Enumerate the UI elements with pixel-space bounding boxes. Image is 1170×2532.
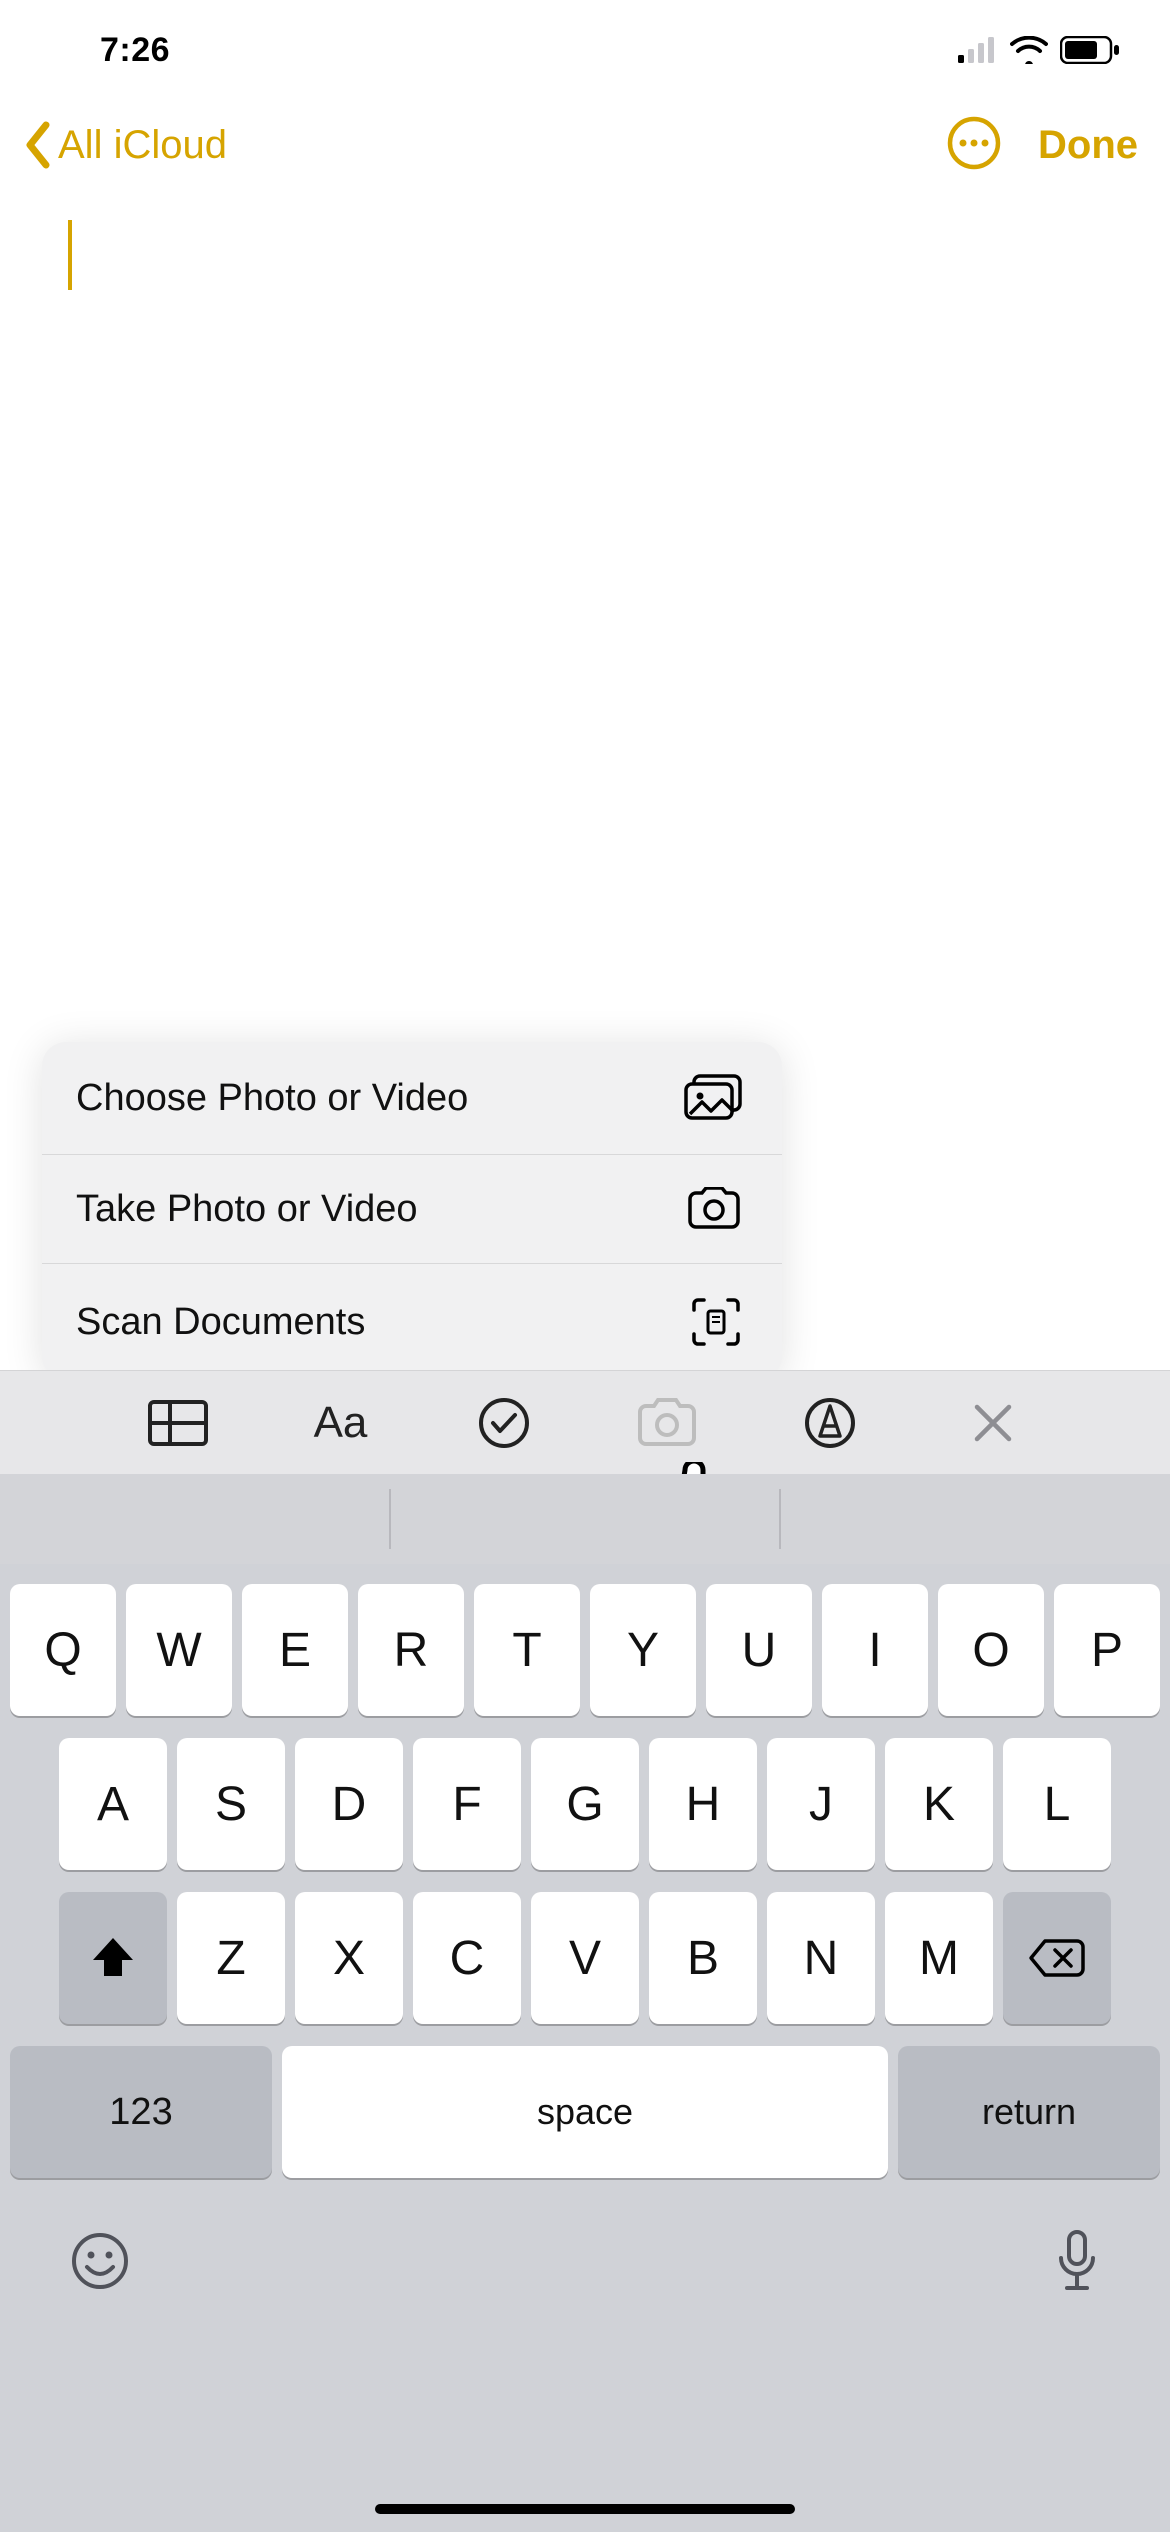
key-b[interactable]: B — [649, 1892, 757, 2024]
text-style-button[interactable]: Aa — [306, 1388, 376, 1458]
backspace-key[interactable] — [1003, 1892, 1111, 2024]
done-button[interactable]: Done — [1038, 123, 1138, 168]
key-v[interactable]: V — [531, 1892, 639, 2024]
back-button[interactable]: All iCloud — [22, 121, 227, 169]
menu-item-choose-photo[interactable]: Choose Photo or Video — [42, 1042, 782, 1154]
suggestion-slot[interactable] — [389, 1489, 782, 1549]
checklist-button[interactable] — [469, 1388, 539, 1458]
chevron-left-icon — [22, 121, 52, 169]
menu-item-label: Choose Photo or Video — [76, 1077, 468, 1120]
keyboard: Q W E R T Y U I O P A S D F G H J K L Z … — [0, 1564, 1170, 2532]
key-x[interactable]: X — [295, 1892, 403, 2024]
numbers-key[interactable]: 123 — [10, 2046, 272, 2178]
camera-icon — [686, 1187, 742, 1231]
menu-item-scan-documents[interactable]: Scan Documents — [42, 1263, 782, 1380]
key-l[interactable]: L — [1003, 1738, 1111, 1870]
key-q[interactable]: Q — [10, 1584, 116, 1716]
key-z[interactable]: Z — [177, 1892, 285, 2024]
status-indicators — [958, 36, 1120, 64]
format-toolbar: Aa — [0, 1370, 1170, 1474]
key-o[interactable]: O — [938, 1584, 1044, 1716]
emoji-button[interactable] — [70, 2231, 130, 2296]
ellipsis-circle-icon — [946, 115, 1002, 171]
microphone-icon — [1054, 2228, 1100, 2294]
menu-item-label: Take Photo or Video — [76, 1188, 418, 1231]
text-cursor — [68, 220, 72, 290]
key-m[interactable]: M — [885, 1892, 993, 2024]
camera-icon — [635, 1398, 699, 1448]
dictation-button[interactable] — [1054, 2228, 1100, 2299]
checkmark-circle-icon — [477, 1396, 531, 1450]
table-button[interactable] — [143, 1388, 213, 1458]
keyboard-suggestion-bar — [0, 1474, 1170, 1564]
home-indicator[interactable] — [375, 2504, 795, 2514]
key-u[interactable]: U — [706, 1584, 812, 1716]
backspace-icon — [1027, 1937, 1087, 1979]
menu-item-take-photo[interactable]: Take Photo or Video — [42, 1154, 782, 1263]
close-toolbar-button[interactable] — [958, 1388, 1028, 1458]
status-time: 7:26 — [100, 31, 170, 70]
key-d[interactable]: D — [295, 1738, 403, 1870]
menu-item-label: Scan Documents — [76, 1301, 365, 1344]
camera-button[interactable] — [632, 1388, 702, 1458]
key-a[interactable]: A — [59, 1738, 167, 1870]
status-bar: 7:26 — [0, 0, 1170, 100]
scan-doc-icon — [690, 1296, 742, 1348]
key-e[interactable]: E — [242, 1584, 348, 1716]
close-icon — [971, 1401, 1015, 1445]
key-t[interactable]: T — [474, 1584, 580, 1716]
more-button[interactable] — [946, 115, 1002, 176]
battery-icon — [1060, 36, 1120, 64]
suggestion-slot[interactable] — [0, 1489, 389, 1549]
table-icon — [147, 1399, 209, 1447]
key-k[interactable]: K — [885, 1738, 993, 1870]
key-n[interactable]: N — [767, 1892, 875, 2024]
key-s[interactable]: S — [177, 1738, 285, 1870]
key-g[interactable]: G — [531, 1738, 639, 1870]
pencil-circle-icon — [803, 1396, 857, 1450]
emoji-icon — [70, 2231, 130, 2291]
return-key[interactable]: return — [898, 2046, 1160, 2178]
shift-key[interactable] — [59, 1892, 167, 2024]
key-f[interactable]: F — [413, 1738, 521, 1870]
cellular-icon — [958, 37, 998, 63]
key-p[interactable]: P — [1054, 1584, 1160, 1716]
key-c[interactable]: C — [413, 1892, 521, 2024]
space-key[interactable]: space — [282, 2046, 888, 2178]
wifi-icon — [1010, 36, 1048, 64]
key-h[interactable]: H — [649, 1738, 757, 1870]
nav-bar: All iCloud Done — [0, 100, 1170, 190]
back-label: All iCloud — [58, 123, 227, 168]
key-y[interactable]: Y — [590, 1584, 696, 1716]
key-r[interactable]: R — [358, 1584, 464, 1716]
markup-button[interactable] — [795, 1388, 865, 1458]
key-w[interactable]: W — [126, 1584, 232, 1716]
suggestion-slot[interactable] — [781, 1489, 1170, 1549]
photos-icon — [684, 1074, 742, 1122]
shift-icon — [89, 1934, 137, 1982]
key-j[interactable]: J — [767, 1738, 875, 1870]
key-i[interactable]: I — [822, 1584, 928, 1716]
attach-menu: Choose Photo or Video Take Photo or Vide… — [42, 1042, 782, 1380]
